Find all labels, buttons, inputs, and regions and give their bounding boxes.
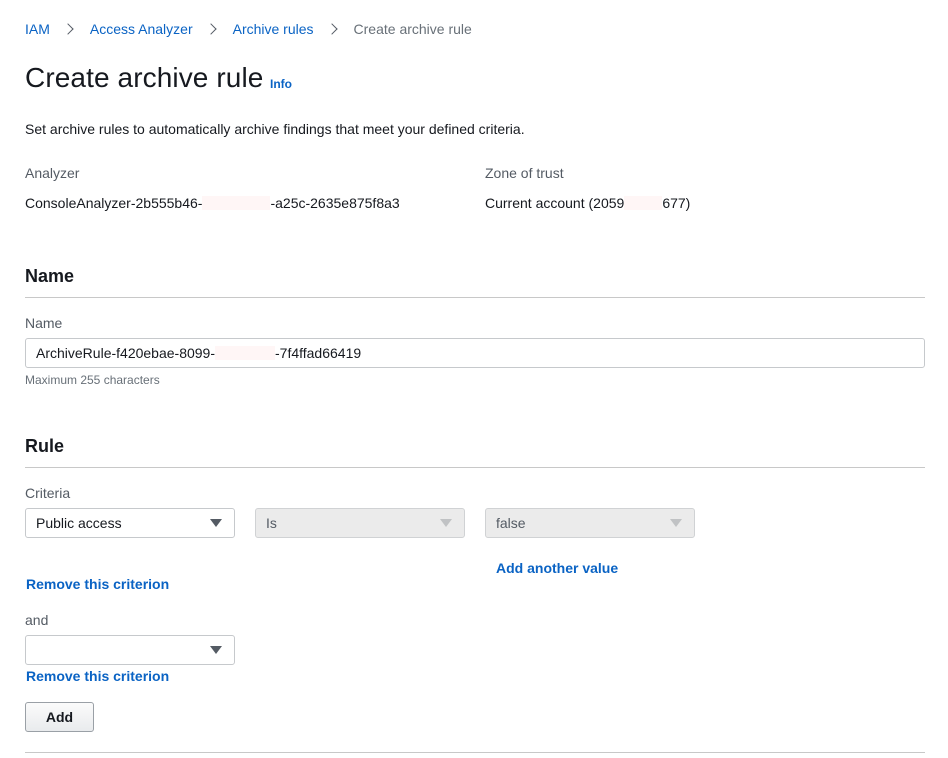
section-divider [25, 467, 925, 468]
caret-down-icon [210, 646, 222, 654]
caret-down-icon [210, 519, 222, 527]
zone-of-trust-value: Current account (2059 677) [485, 195, 690, 211]
select-value: Public access [36, 515, 122, 531]
breadcrumb-current: Create archive rule [353, 21, 472, 37]
chevron-right-icon [325, 23, 338, 35]
breadcrumb-archive-rules[interactable]: Archive rules [233, 21, 314, 37]
redacted-block [202, 196, 271, 210]
breadcrumb-access-analyzer[interactable]: Access Analyzer [90, 21, 193, 37]
and-label: and [25, 612, 49, 628]
breadcrumb: IAM Access Analyzer Archive rules Create… [25, 20, 472, 38]
zone-of-trust-suffix: 677) [662, 195, 691, 211]
name-input-suffix: -7f4ffad66419 [275, 345, 362, 361]
name-field-label: Name [25, 315, 63, 331]
redacted-block [624, 196, 663, 210]
criterion-1-property-select[interactable]: Public access [25, 508, 235, 538]
analyzer-label: Analyzer [25, 165, 80, 181]
name-input-prefix: ArchiveRule-f420ebae-8099- [36, 345, 215, 361]
chevron-right-icon [204, 23, 217, 35]
caret-down-icon [440, 519, 452, 527]
criterion-2-property-select[interactable] [25, 635, 235, 665]
criteria-label: Criteria [25, 485, 71, 501]
zone-of-trust-prefix: Current account (2059 [485, 195, 625, 211]
select-value: Is [266, 515, 277, 531]
select-value: false [496, 515, 526, 531]
criterion-1-operator-select: Is [255, 508, 465, 538]
analyzer-value: ConsoleAnalyzer-2b555b46- -a25c-2635e875f… [25, 195, 400, 211]
page-description: Set archive rules to automatically archi… [25, 121, 525, 137]
redacted-block [215, 346, 275, 360]
remove-criterion-2-link[interactable]: Remove this criterion [26, 668, 169, 684]
add-criterion-button[interactable]: Add [25, 702, 94, 732]
add-another-value-link[interactable]: Add another value [496, 560, 618, 576]
analyzer-value-suffix: -a25c-2635e875f8a3 [270, 195, 400, 211]
caret-down-icon [670, 519, 682, 527]
name-section-title: Name [25, 266, 75, 286]
name-hint: Maximum 255 characters [25, 373, 160, 387]
page-title: Create archive rule [25, 62, 264, 93]
breadcrumb-iam[interactable]: IAM [25, 21, 50, 37]
criterion-1-value-select: false [485, 508, 695, 538]
chevron-right-icon [62, 23, 74, 35]
section-divider [25, 297, 925, 298]
zone-of-trust-label: Zone of trust [485, 165, 564, 181]
remove-criterion-1-link[interactable]: Remove this criterion [26, 576, 169, 592]
analyzer-value-prefix: ConsoleAnalyzer-2b555b46- [25, 195, 203, 211]
rule-section-title: Rule [25, 436, 65, 456]
info-link[interactable]: Info [270, 77, 292, 91]
section-divider [25, 752, 925, 753]
name-input[interactable]: ArchiveRule-f420ebae-8099- -7f4ffad66419 [25, 338, 925, 368]
